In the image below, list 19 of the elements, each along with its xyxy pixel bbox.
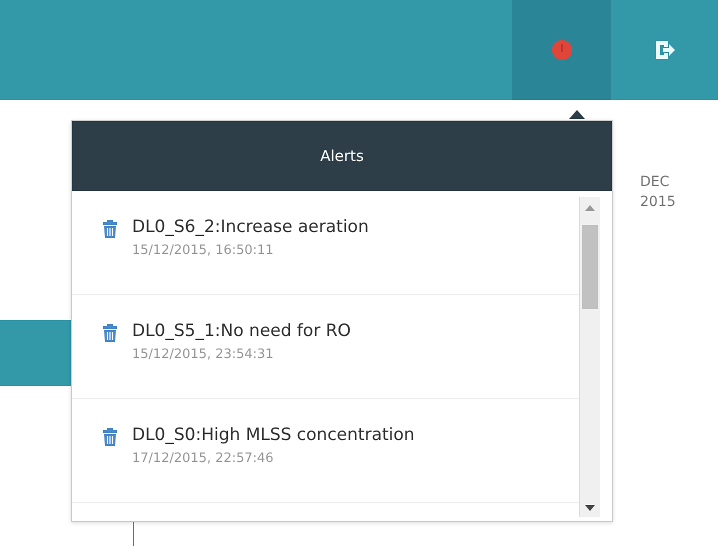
alert-message: DL0_S6_2:Increase aeration <box>132 217 369 237</box>
alert-timestamp: 15/12/2015, 16:50:11 <box>132 243 275 258</box>
scroll-up-icon[interactable] <box>585 205 595 211</box>
alert-message: DL0_S0:High MLSS concentration <box>132 425 415 445</box>
trash-icon[interactable] <box>102 219 118 239</box>
alert-timestamp: 15/12/2015, 23:54:31 <box>132 347 275 362</box>
logout-icon <box>654 39 676 61</box>
trash-icon[interactable] <box>102 427 118 447</box>
alert-icon <box>550 39 572 61</box>
trash-icon[interactable] <box>102 323 118 343</box>
scroll-down-icon[interactable] <box>585 505 595 511</box>
alert-timestamp: 17/12/2015, 22:57:46 <box>132 451 275 466</box>
scrollbar[interactable] <box>579 197 600 517</box>
alert-message: DL0_S5_1:No need for RO <box>132 321 351 341</box>
year-label: 2015 <box>640 193 676 212</box>
month-label: DEC <box>640 173 670 192</box>
popup-title: Alerts <box>72 121 612 191</box>
popup-pointer-icon <box>568 109 586 120</box>
scrollbar-thumb[interactable] <box>582 225 598 309</box>
